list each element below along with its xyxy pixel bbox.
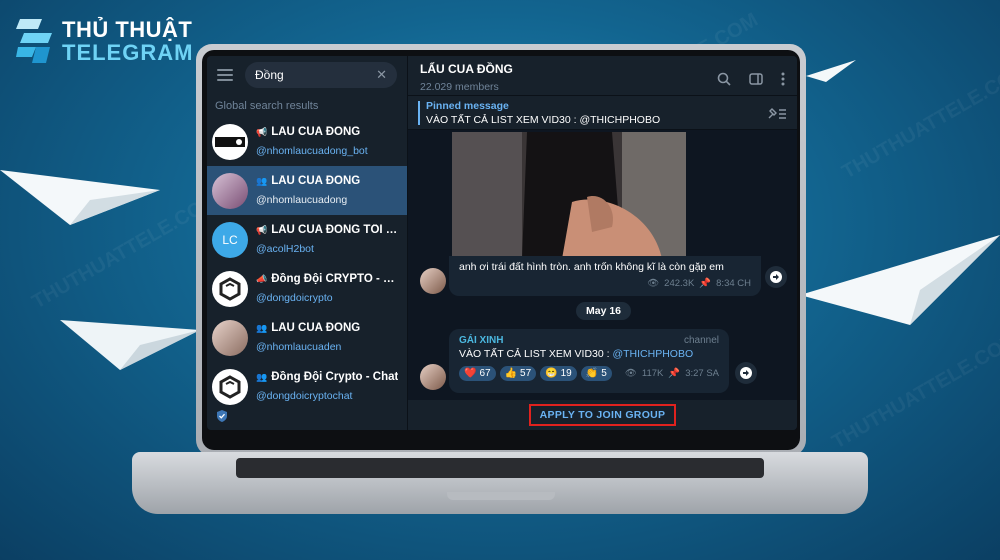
result-title: Đồng Đội Crypto - Chat [271,371,399,383]
pinned-message-bar[interactable]: Pinned message VÀO TẤT CẢ LIST XEM VID30… [408,96,797,130]
search-box[interactable]: ✕ [245,62,397,88]
member-count: 22.029 members [420,81,499,93]
telegram-window: ✕ Global search results 📢LẨU CUA ĐỒNG @n… [207,56,797,430]
result-username: @dongdoicrypto [256,292,333,304]
watermark: THUTHUATTELE.COM [838,58,1000,184]
paper-plane-icon [800,235,1000,325]
more-options-icon[interactable] [781,72,785,86]
mention-link[interactable]: @THICHPHOBO [612,348,693,360]
brand-logo: THỦ THUẬT TELEGRAM [16,18,193,64]
search-section-label: Global search results [215,100,319,112]
result-username: @acolH2bot [256,243,314,255]
sender-tag: channel [683,335,719,346]
megaphone-icon: 📢 [256,224,268,235]
message-meta: 👁 117K 📌 3:27 SA [625,368,719,379]
message-time: 8:34 CH [716,278,751,289]
share-button[interactable] [735,362,757,384]
search-result[interactable]: 📢 LẨU CUA ĐỒNG @nhomlaucuadong_bot [207,117,407,166]
pinned-indicator [418,100,420,125]
paper-plane-icon [60,320,200,370]
result-username: @nhomlaucuaden [256,341,342,353]
result-username: @dongdoicryptochat [256,390,353,402]
result-title: Đồng Đội CRYPTO - Chan... [271,273,399,285]
shield-icon [217,410,227,422]
message-text: anh ơi trái đất hình tròn. anh trốn khôn… [459,261,724,273]
laptop-notch [447,492,555,500]
result-title: LẨU CUA ĐỒNG TỐI CỔ [271,224,399,236]
date-separator: May 16 [576,302,632,320]
pinned-icon: 📌 [699,278,712,289]
reaction-thumbs-up[interactable]: 👍 57 [499,366,537,381]
reaction-clap[interactable]: 👏 5 [580,366,612,381]
group-icon: 👥 [256,371,268,382]
share-button[interactable] [765,266,787,288]
sidebar: ✕ Global search results 📢LẨU CUA ĐỒNG @n… [207,56,408,430]
result-username: @nhomlaucuadong_bot [256,145,368,157]
watermark: THUTHUATTELE.COM [828,328,1000,454]
forward-icon [740,367,752,379]
search-result[interactable]: 👥 LẨU CUA ĐỒNG @nhomlaucuadong [207,166,407,215]
pinned-label: Pinned message [426,99,509,112]
avatar [212,123,248,160]
pinned-icon: 📌 [668,368,681,379]
search-result[interactable]: 👥 Đồng Đội Crypto - Chat @dongdoicryptoch… [207,362,407,411]
forward-icon [770,271,782,283]
brand-subtitle: TELEGRAM [62,40,194,66]
sender-name[interactable]: GÁI XINH [459,335,503,346]
view-count: 117K [641,368,664,379]
reaction-heart[interactable]: ❤️ 67 [459,366,496,381]
paper-plane-icon [0,170,160,225]
message-text: VÀO TẤT CẢ LIST XEM VID30 : @THICHPHOBO [459,348,694,360]
view-count: 242.3K [664,278,695,289]
message-bubble[interactable]: GÁI XINH channel VÀO TẤT CẢ LIST XEM VID… [449,329,729,393]
channel-avatar[interactable] [420,268,446,294]
message-time: 3:27 SA [685,368,719,379]
search-result[interactable]: 📣Đồng Đội CRYPTO - Chan... @dongdoicrypt… [207,264,407,313]
result-title: LẨU CUA ĐỒNG [271,126,361,138]
reactions: ❤️ 67 👍 57 😁 19 👏 5 [459,366,612,381]
avatar [212,368,248,405]
megaphone-icon: 📢 [256,126,268,137]
result-title: LẨU CUA ĐỒNG [271,322,361,334]
chat-title: LẨU CUA ĐỒNG [420,62,513,76]
sidebar-toggle-icon[interactable] [749,72,763,86]
broadcast-icon: 📣 [256,273,268,284]
close-icon[interactable]: ✕ [376,67,387,83]
apply-to-join-button[interactable]: APPLY TO JOIN GROUP [528,404,677,426]
menu-icon[interactable] [217,69,233,81]
chat-panel: LẨU CUA ĐỒNG 22.029 members Pinned messa… [408,56,797,430]
avatar: LC [212,221,248,258]
paper-plane-icon [806,60,856,82]
result-title: LẨU CUA ĐỒNG [271,175,361,187]
reaction-grin[interactable]: 😁 19 [540,366,577,381]
avatar [212,319,248,356]
channel-avatar[interactable] [420,364,446,390]
message-photo[interactable] [452,132,686,259]
pinned-text: VÀO TẤT CẢ LIST XEM VID30 : @THICHPHOBO [426,113,661,126]
search-icon[interactable] [717,72,731,86]
brand-title: THỦ THUẬT [62,17,193,42]
laptop-keyboard [236,458,764,478]
group-icon: 👥 [256,175,268,186]
group-icon: 👥 [256,322,268,333]
chat-footer: APPLY TO JOIN GROUP [408,400,797,430]
logo-mark-icon [16,19,52,64]
result-username: @nhomlaucuadong [256,194,348,206]
message-bubble[interactable]: anh ơi trái đất hình tròn. anh trốn khôn… [449,256,761,296]
eye-icon: 👁 [624,368,637,379]
search-result[interactable]: LC 📢 LẨU CUA ĐỒNG TỐI CỔ @acolH2bot [207,215,407,264]
avatar [212,270,248,307]
sidebar-top-bar: ✕ [207,56,407,94]
avatar [212,172,248,209]
search-result[interactable]: 👥 LẨU CUA ĐỒNG @nhomlaucuaden [207,313,407,362]
chat-header[interactable]: LẨU CUA ĐỒNG 22.029 members [408,56,797,96]
message-meta: 👁 242.3K 📌 8:34 CH [459,278,751,289]
eye-icon: 👁 [647,278,660,289]
pin-list-icon[interactable] [767,106,787,120]
search-input[interactable] [255,68,365,82]
